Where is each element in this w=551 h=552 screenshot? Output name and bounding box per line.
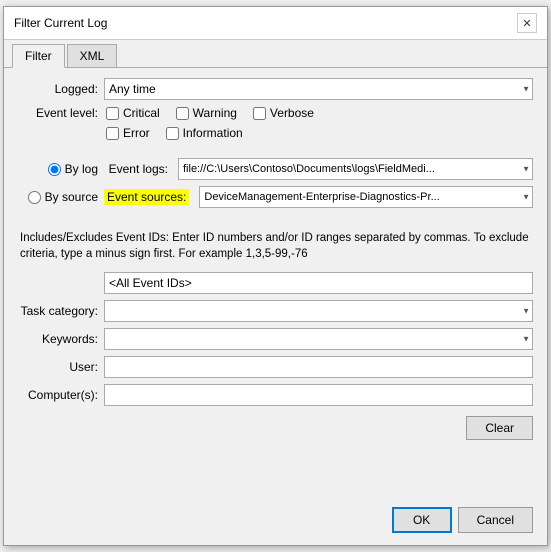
error-checkbox-label[interactable]: Error (106, 126, 150, 140)
event-logs-select[interactable]: file://C:\Users\Contoso\Documents\logs\F… (178, 158, 533, 180)
task-category-row: Task category: ▼ (18, 300, 533, 322)
by-source-radio-col: By source (18, 190, 98, 204)
logged-select-wrapper: Any time Last hour Last 12 hours Last 24… (104, 78, 533, 100)
logged-label: Logged: (18, 82, 98, 96)
info-text: Includes/Excludes Event IDs: Enter ID nu… (18, 230, 533, 262)
keywords-label: Keywords: (18, 332, 98, 346)
by-log-radio-col: By log (18, 162, 98, 176)
keywords-row: Keywords: ▼ (18, 328, 533, 350)
by-source-label: By source (45, 190, 98, 204)
event-sources-select-wrapper: DeviceManagement-Enterprise-Diagnostics-… (199, 186, 533, 208)
by-log-label: By log (65, 162, 98, 176)
title-bar: Filter Current Log ✕ (4, 7, 547, 40)
clear-button-row: Clear (18, 416, 533, 440)
computer-row: Computer(s): <All Computers> (18, 384, 533, 406)
event-sources-label-text: Event sources: (104, 190, 193, 204)
task-category-select-wrapper: ▼ (104, 300, 533, 322)
critical-checkbox[interactable] (106, 107, 119, 120)
logged-select[interactable]: Any time Last hour Last 12 hours Last 24… (104, 78, 533, 100)
by-source-radio-label[interactable]: By source (18, 190, 98, 204)
information-checkbox[interactable] (166, 127, 179, 140)
event-level-row: Event level: Critical Warning Verbose (18, 106, 533, 120)
event-sources-select[interactable]: DeviceManagement-Enterprise-Diagnostics-… (199, 186, 533, 208)
warning-label: Warning (193, 106, 237, 120)
task-category-label: Task category: (18, 304, 98, 318)
tab-xml[interactable]: XML (67, 44, 118, 67)
information-label: Information (183, 126, 243, 140)
verbose-checkbox[interactable] (253, 107, 266, 120)
event-sources-highlighted-label: Event sources: (104, 189, 189, 205)
user-input[interactable]: <All Users> (104, 356, 533, 378)
verbose-checkbox-label[interactable]: Verbose (253, 106, 314, 120)
dialog: Filter Current Log ✕ Filter XML Logged: … (3, 6, 548, 546)
clear-button[interactable]: Clear (466, 416, 533, 440)
event-level-label: Event level: (18, 106, 98, 120)
by-log-radio-label[interactable]: By log (18, 162, 98, 176)
close-button[interactable]: ✕ (517, 13, 537, 33)
warning-checkbox[interactable] (176, 107, 189, 120)
cancel-button[interactable]: Cancel (458, 507, 533, 533)
event-ids-input[interactable] (104, 272, 533, 294)
event-logs-label: Event logs: (104, 162, 172, 176)
logged-row: Logged: Any time Last hour Last 12 hours… (18, 78, 533, 100)
ok-button[interactable]: OK (392, 507, 452, 533)
tab-filter[interactable]: Filter (12, 44, 65, 68)
form-content: Logged: Any time Last hour Last 12 hours… (4, 68, 547, 499)
event-level-row2: Error Information (18, 126, 533, 140)
event-logs-select-wrapper: file://C:\Users\Contoso\Documents\logs\F… (178, 158, 533, 180)
user-label: User: (18, 360, 98, 374)
tab-bar: Filter XML (4, 40, 547, 68)
by-source-row: By source Event sources: DeviceManagemen… (18, 186, 533, 208)
action-button-row: OK Cancel (4, 499, 547, 545)
by-source-radio[interactable] (28, 191, 41, 204)
task-category-select[interactable] (104, 300, 533, 322)
keywords-select-wrapper: ▼ (104, 328, 533, 350)
information-checkbox-label[interactable]: Information (166, 126, 243, 140)
computer-input[interactable]: <All Computers> (104, 384, 533, 406)
by-log-row: By log Event logs: file://C:\Users\Conto… (18, 158, 533, 180)
error-label: Error (123, 126, 150, 140)
event-level-checkboxes-row2: Error Information (104, 126, 243, 140)
keywords-select[interactable] (104, 328, 533, 350)
event-ids-row (18, 272, 533, 294)
warning-checkbox-label[interactable]: Warning (176, 106, 237, 120)
critical-label: Critical (123, 106, 160, 120)
computer-label: Computer(s): (18, 388, 98, 402)
error-checkbox[interactable] (106, 127, 119, 140)
critical-checkbox-label[interactable]: Critical (106, 106, 160, 120)
event-level-checkboxes-row1: Critical Warning Verbose (104, 106, 314, 120)
verbose-label: Verbose (270, 106, 314, 120)
by-log-radio[interactable] (48, 163, 61, 176)
dialog-title: Filter Current Log (14, 16, 107, 30)
user-row: User: <All Users> (18, 356, 533, 378)
